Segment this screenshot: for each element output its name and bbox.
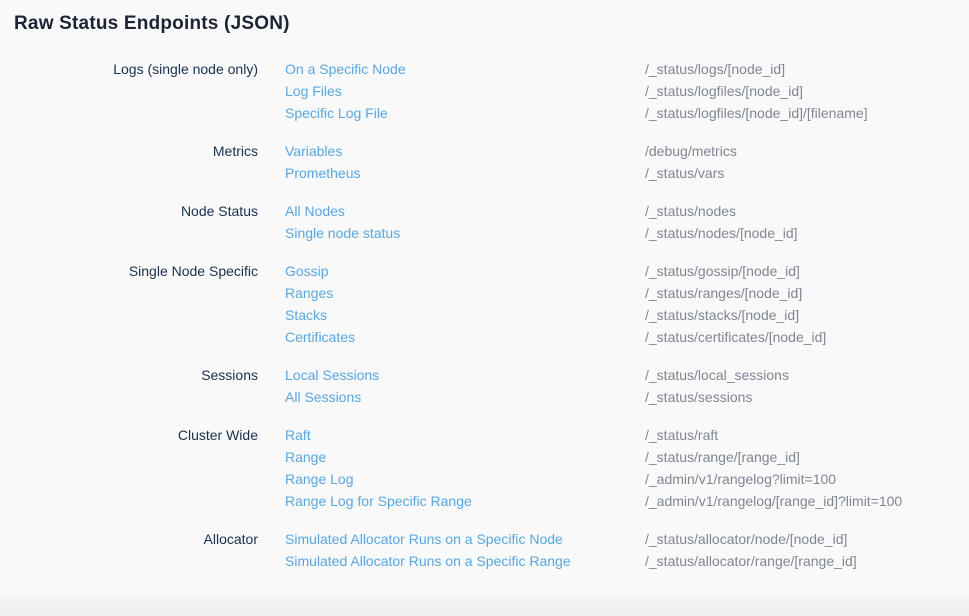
endpoint-path: /_status/allocator/range/[range_id] [645, 550, 857, 572]
links-column: VariablesPrometheus [285, 140, 645, 184]
paths-column: /_status/allocator/node/[node_id]/_statu… [645, 528, 969, 572]
endpoint-groups: Logs (single node only) On a Specific No… [0, 58, 969, 572]
category-label: Sessions [0, 364, 258, 408]
endpoint-link[interactable]: Single node status [285, 222, 400, 244]
endpoint-link[interactable]: Range [285, 446, 326, 468]
endpoint-path: /_status/local_sessions [645, 364, 789, 386]
paths-column: /_status/logs/[node_id]/_status/logfiles… [645, 58, 969, 124]
endpoint-link[interactable]: On a Specific Node [285, 58, 406, 80]
endpoint-link[interactable]: Specific Log File [285, 102, 388, 124]
endpoint-group: Logs (single node only) On a Specific No… [0, 58, 969, 124]
endpoint-path: /_status/logfiles/[node_id] [645, 80, 803, 102]
endpoint-path: /_status/certificates/[node_id] [645, 326, 826, 348]
links-column: RaftRangeRange LogRange Log for Specific… [285, 424, 645, 512]
debug-endpoints-page: { "page": { "title": "Raw Status Endpoin… [0, 13, 969, 616]
endpoint-path: /_status/raft [645, 424, 718, 446]
endpoint-path: /_status/range/[range_id] [645, 446, 800, 468]
footer-strip [0, 596, 969, 616]
endpoint-link[interactable]: Stacks [285, 304, 327, 326]
endpoint-group: Cluster Wide RaftRangeRange LogRange Log… [0, 424, 969, 512]
endpoint-path: /_status/vars [645, 162, 724, 184]
endpoint-link[interactable]: Variables [285, 140, 342, 162]
endpoint-link[interactable]: Raft [285, 424, 311, 446]
endpoint-link[interactable]: Range Log [285, 468, 354, 490]
paths-column: /_status/nodes/_status/nodes/[node_id] [645, 200, 969, 244]
endpoint-link[interactable]: Certificates [285, 326, 355, 348]
endpoint-link[interactable]: Simulated Allocator Runs on a Specific N… [285, 528, 563, 550]
endpoint-link[interactable]: All Sessions [285, 386, 361, 408]
endpoint-path: /_status/sessions [645, 386, 752, 408]
links-column: Local SessionsAll Sessions [285, 364, 645, 408]
category-label: Logs (single node only) [0, 58, 258, 124]
endpoint-path: /_admin/v1/rangelog/[range_id]?limit=100 [645, 490, 902, 512]
paths-column: /_status/raft/_status/range/[range_id]/_… [645, 424, 969, 512]
endpoint-path: /_status/gossip/[node_id] [645, 260, 800, 282]
page-title: Raw Status Endpoints (JSON) [14, 13, 969, 35]
endpoint-path: /_status/allocator/node/[node_id] [645, 528, 847, 550]
endpoint-path: /_admin/v1/rangelog?limit=100 [645, 468, 836, 490]
endpoint-group: Single Node Specific GossipRangesStacksC… [0, 260, 969, 348]
category-label: Metrics [0, 140, 258, 184]
links-column: All NodesSingle node status [285, 200, 645, 244]
endpoint-group: Sessions Local SessionsAll Sessions /_st… [0, 364, 969, 408]
endpoint-link[interactable]: Range Log for Specific Range [285, 490, 472, 512]
endpoint-path: /debug/metrics [645, 140, 737, 162]
endpoint-link[interactable]: Prometheus [285, 162, 360, 184]
endpoint-path: /_status/nodes/[node_id] [645, 222, 798, 244]
endpoint-path: /_status/stacks/[node_id] [645, 304, 799, 326]
category-label: Allocator [0, 528, 258, 572]
endpoint-path: /_status/logfiles/[node_id]/[filename] [645, 102, 868, 124]
links-column: GossipRangesStacksCertificates [285, 260, 645, 348]
category-label: Node Status [0, 200, 258, 244]
endpoint-link[interactable]: Log Files [285, 80, 342, 102]
links-column: On a Specific NodeLog FilesSpecific Log … [285, 58, 645, 124]
endpoint-link[interactable]: Local Sessions [285, 364, 379, 386]
category-label: Cluster Wide [0, 424, 258, 512]
endpoint-link[interactable]: Ranges [285, 282, 333, 304]
endpoint-path: /_status/nodes [645, 200, 736, 222]
endpoint-path: /_status/ranges/[node_id] [645, 282, 802, 304]
paths-column: /_status/gossip/[node_id]/_status/ranges… [645, 260, 969, 348]
paths-column: /debug/metrics/_status/vars [645, 140, 969, 184]
category-label: Single Node Specific [0, 260, 258, 348]
endpoint-link[interactable]: All Nodes [285, 200, 345, 222]
endpoint-group: Node Status All NodesSingle node status … [0, 200, 969, 244]
endpoint-group: Metrics VariablesPrometheus /debug/metri… [0, 140, 969, 184]
endpoint-group: Allocator Simulated Allocator Runs on a … [0, 528, 969, 572]
endpoint-path: /_status/logs/[node_id] [645, 58, 785, 80]
endpoint-link[interactable]: Gossip [285, 260, 329, 282]
links-column: Simulated Allocator Runs on a Specific N… [285, 528, 645, 572]
endpoint-link[interactable]: Simulated Allocator Runs on a Specific R… [285, 550, 571, 572]
paths-column: /_status/local_sessions/_status/sessions [645, 364, 969, 408]
